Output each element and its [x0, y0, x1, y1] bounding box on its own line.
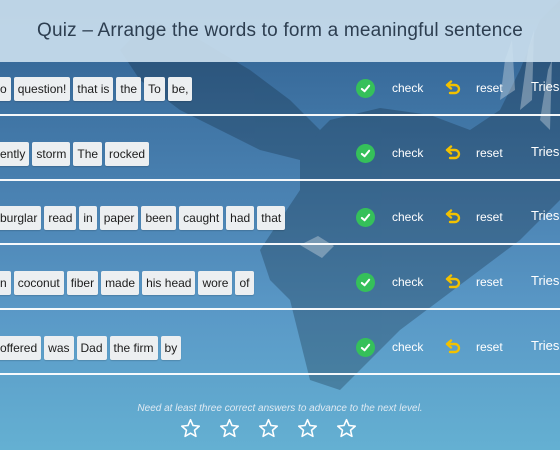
word-tile[interactable]: coconut	[13, 271, 64, 295]
tries-counter: Tries	[531, 273, 560, 288]
quiz-row: n coconut fiber made his head wore of check rese…	[0, 258, 560, 310]
check-button[interactable]: check	[392, 275, 423, 289]
word-tile[interactable]: caught	[179, 206, 224, 230]
word-tile[interactable]: fiber	[66, 271, 99, 295]
star-outline-icon	[258, 418, 279, 438]
star-outline-icon	[180, 418, 201, 438]
word-tiles: o question! that is the To be,	[0, 77, 193, 101]
tries-counter: Tries	[531, 338, 560, 353]
check-circle-icon[interactable]	[356, 273, 375, 292]
star-outline-icon	[336, 418, 357, 438]
reset-button[interactable]: reset	[476, 81, 503, 95]
word-tile[interactable]: n	[0, 271, 11, 295]
undo-arrow-icon[interactable]	[444, 80, 462, 98]
quiz-row: offered was Dad the firm by check reset Tries	[0, 323, 560, 375]
reset-button[interactable]: reset	[476, 275, 503, 289]
quiz-row: ently storm The rocked check reset Tries	[0, 129, 560, 181]
word-tile[interactable]: that	[257, 206, 286, 230]
word-tile[interactable]: the firm	[109, 336, 158, 360]
word-tile[interactable]: The	[73, 142, 103, 166]
word-tile[interactable]: wore	[198, 271, 233, 295]
check-circle-icon[interactable]	[356, 144, 375, 163]
word-tile[interactable]: had	[226, 206, 255, 230]
word-tile[interactable]: question!	[13, 77, 71, 101]
word-tile[interactable]: To	[144, 77, 165, 101]
word-tile[interactable]: be,	[167, 77, 193, 101]
word-tile[interactable]: made	[101, 271, 140, 295]
word-tiles: burglar read in paper been caught had that	[0, 206, 286, 230]
star-outline-icon	[297, 418, 318, 438]
word-tile[interactable]: rocked	[105, 142, 150, 166]
word-tile[interactable]: that is	[73, 77, 114, 101]
word-tile[interactable]: ently	[0, 142, 30, 166]
tries-counter: Tries	[531, 79, 560, 94]
undo-arrow-icon[interactable]	[444, 145, 462, 163]
word-tile[interactable]: been	[141, 206, 177, 230]
quiz-row: o question! that is the To be, check reset Tries	[0, 64, 560, 116]
check-button[interactable]: check	[392, 210, 423, 224]
word-tile[interactable]: was	[44, 336, 74, 360]
advance-hint: Need at least three correct answers to a…	[137, 403, 423, 414]
check-button[interactable]: check	[392, 146, 423, 160]
reset-button[interactable]: reset	[476, 146, 503, 160]
check-button[interactable]: check	[392, 340, 423, 354]
word-tile[interactable]: o	[0, 77, 11, 101]
title-bar: Quiz – Arrange the words to form a meani…	[0, 0, 560, 62]
undo-arrow-icon[interactable]	[444, 339, 462, 357]
star-outline-icon	[219, 418, 240, 438]
word-tile[interactable]: storm	[32, 142, 71, 166]
word-tile[interactable]: the	[116, 77, 142, 101]
word-tile[interactable]: Dad	[76, 336, 107, 360]
reset-button[interactable]: reset	[476, 210, 503, 224]
word-tile[interactable]: of	[235, 271, 254, 295]
progress-stars	[180, 418, 357, 439]
quiz-row: burglar read in paper been caught had that check…	[0, 193, 560, 245]
tries-counter: Tries	[531, 208, 560, 223]
tries-counter: Tries	[531, 144, 560, 159]
word-tile[interactable]: in	[79, 206, 97, 230]
page-title: Quiz – Arrange the words to form a meani…	[36, 20, 524, 41]
check-button[interactable]: check	[392, 81, 423, 95]
word-tile[interactable]: by	[160, 336, 182, 360]
word-tile[interactable]: read	[44, 206, 77, 230]
check-circle-icon[interactable]	[356, 79, 375, 98]
word-tile[interactable]: offered	[0, 336, 42, 360]
word-tiles: ently storm The rocked	[0, 142, 150, 166]
word-tiles: offered was Dad the firm by	[0, 336, 182, 360]
check-circle-icon[interactable]	[356, 208, 375, 227]
word-tiles: n coconut fiber made his head wore of	[0, 271, 254, 295]
reset-button[interactable]: reset	[476, 340, 503, 354]
undo-arrow-icon[interactable]	[444, 274, 462, 292]
word-tile[interactable]: paper	[99, 206, 139, 230]
word-tile[interactable]: his head	[142, 271, 196, 295]
check-circle-icon[interactable]	[356, 338, 375, 357]
undo-arrow-icon[interactable]	[444, 209, 462, 227]
word-tile[interactable]: burglar	[0, 206, 42, 230]
